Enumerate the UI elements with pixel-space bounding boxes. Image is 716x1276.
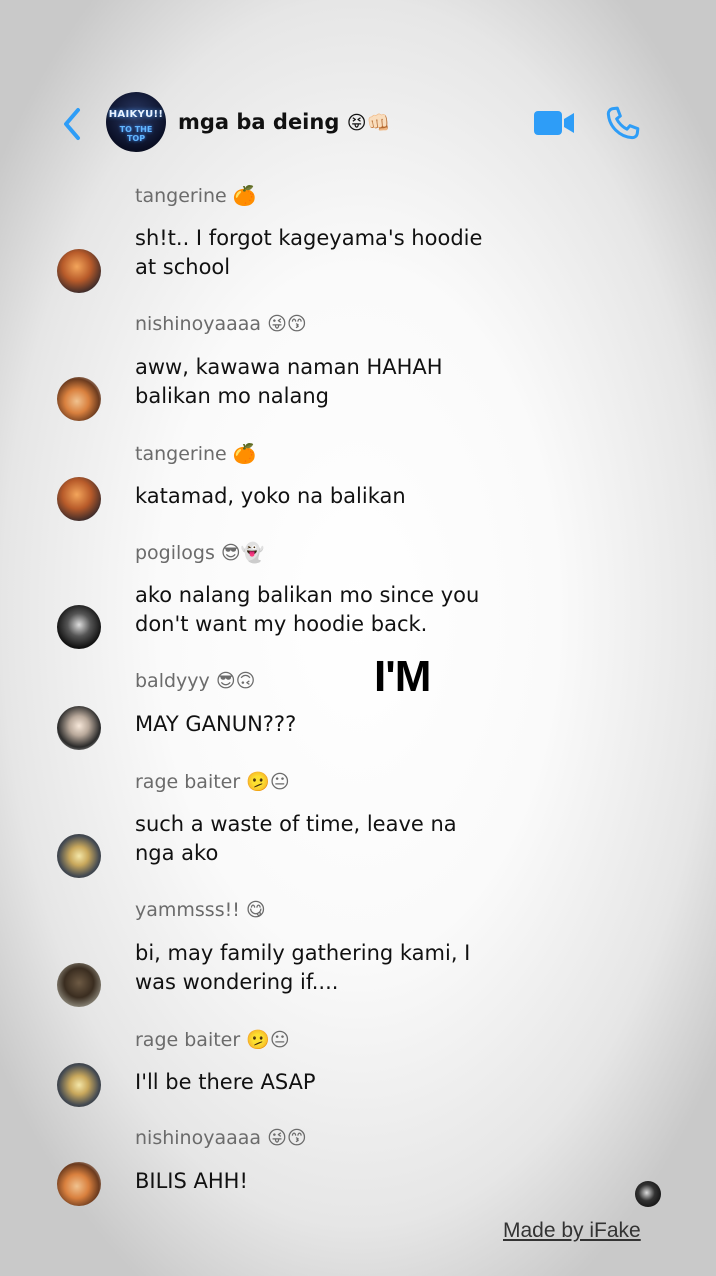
avatar[interactable] <box>57 377 101 421</box>
watermark-link[interactable]: Made by iFake <box>503 1219 641 1243</box>
sender-name: nishinoyaaaa 😜😙 <box>135 313 307 335</box>
sender-name: nishinoyaaaa 😜😙 <box>135 1127 307 1149</box>
message-text[interactable]: I'll be there ASAP <box>135 1068 555 1097</box>
sender-name: rage baiter 🫤😐 <box>135 1029 290 1051</box>
sender-name: tangerine 🍊 <box>135 185 257 207</box>
message-text[interactable]: sh!t.. I forgot kageyama's hoodie at sch… <box>135 224 555 282</box>
avatar[interactable] <box>57 963 101 1007</box>
caption-overlay: I'M <box>374 652 431 701</box>
sender-name: baldyyy 😎🙃 <box>135 670 256 692</box>
sender-name: pogilogs 😎👻 <box>135 542 265 564</box>
sender-name: tangerine 🍊 <box>135 443 257 465</box>
avatar[interactable] <box>57 1063 101 1107</box>
message-list[interactable]: tangerine 🍊 sh!t.. I forgot kageyama's h… <box>0 0 716 1276</box>
avatar[interactable] <box>57 249 101 293</box>
message-text[interactable]: such a waste of time, leave na nga ako <box>135 810 555 868</box>
sender-name: rage baiter 🫤😐 <box>135 771 290 793</box>
avatar[interactable] <box>57 1162 101 1206</box>
message-text[interactable]: katamad, yoko na balikan <box>135 482 555 511</box>
message-text[interactable]: MAY GANUN??? <box>135 710 555 739</box>
watermark-logo-icon <box>635 1181 661 1207</box>
message-text[interactable]: aww, kawawa naman HAHAH balikan mo nalan… <box>135 353 555 411</box>
avatar[interactable] <box>57 706 101 750</box>
message-text[interactable]: BILIS AHH! <box>135 1167 555 1196</box>
avatar[interactable] <box>57 477 101 521</box>
message-text[interactable]: ako nalang balikan mo since you don't wa… <box>135 581 555 639</box>
sender-name: yammsss!! 😋 <box>135 899 266 921</box>
message-text[interactable]: bi, may family gathering kami, I was won… <box>135 939 555 997</box>
avatar[interactable] <box>57 834 101 878</box>
avatar[interactable] <box>57 605 101 649</box>
